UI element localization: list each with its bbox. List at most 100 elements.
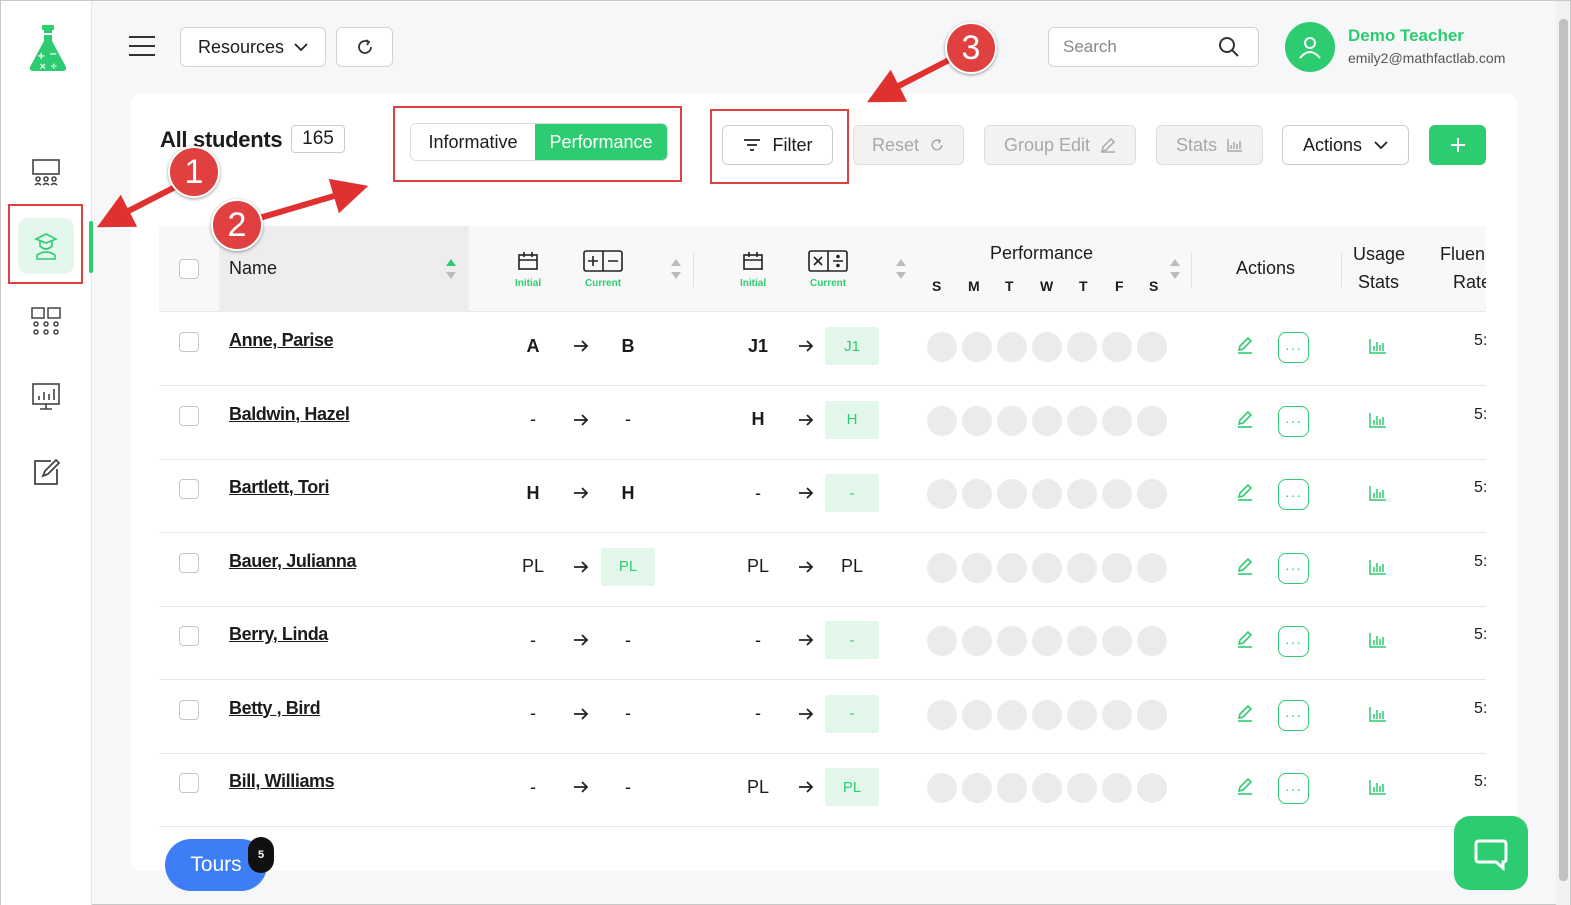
row-checkbox[interactable] bbox=[179, 479, 199, 499]
sidebar-item-assignments[interactable] bbox=[18, 444, 74, 500]
edit-icon[interactable] bbox=[1236, 557, 1254, 575]
row-checkbox[interactable] bbox=[179, 332, 199, 352]
row-checkbox[interactable] bbox=[179, 405, 199, 426]
edit-icon[interactable] bbox=[1236, 483, 1254, 501]
chat-button[interactable] bbox=[1454, 816, 1528, 890]
day-label: W bbox=[1040, 278, 1054, 294]
add-subtract-current-level: - bbox=[625, 703, 631, 723]
row-checkbox[interactable] bbox=[179, 626, 199, 646]
sidebar-item-classroom[interactable] bbox=[18, 144, 74, 200]
row-checkbox[interactable] bbox=[179, 773, 199, 793]
row-checkbox[interactable] bbox=[179, 552, 199, 573]
student-name-link[interactable]: Anne, Parise bbox=[229, 330, 334, 351]
name-sort-icon[interactable] bbox=[446, 259, 456, 279]
performance-day-dot bbox=[1032, 773, 1062, 803]
multiply-divide-initial-level: - bbox=[755, 629, 761, 650]
add-subtract-current-level: - bbox=[625, 776, 631, 797]
arrow-right-icon bbox=[573, 412, 589, 428]
performance-day-dot bbox=[962, 626, 992, 656]
refresh-button[interactable] bbox=[336, 27, 393, 67]
performance-day-dot bbox=[1067, 405, 1097, 436]
menu-icon[interactable] bbox=[129, 36, 155, 58]
filter-button[interactable]: Filter bbox=[722, 125, 833, 165]
select-all-checkbox[interactable] bbox=[179, 259, 199, 279]
more-options-button[interactable]: ··· bbox=[1278, 552, 1309, 584]
usage-stats-icon[interactable] bbox=[1369, 485, 1387, 501]
add-subtract-current-level: H bbox=[621, 482, 635, 503]
divider bbox=[1191, 253, 1192, 287]
scrollbar[interactable] bbox=[1556, 1, 1570, 905]
student-name-link[interactable]: Berry, Linda bbox=[229, 624, 328, 645]
student-name-link[interactable]: Betty , Bird bbox=[229, 698, 321, 719]
add-student-button[interactable] bbox=[1429, 125, 1486, 165]
multiply-divide-initial-level: J1 bbox=[747, 335, 769, 356]
performance-day-dot bbox=[997, 699, 1027, 730]
usage-stats-icon[interactable] bbox=[1369, 338, 1387, 354]
performance-day-dot bbox=[1067, 773, 1097, 803]
student-name-link[interactable]: Baldwin, Hazel bbox=[229, 404, 350, 425]
more-options-button[interactable]: ··· bbox=[1278, 405, 1309, 437]
performance-sort-icon[interactable] bbox=[1170, 259, 1180, 279]
performance-day-dot bbox=[1102, 626, 1132, 656]
student-icon bbox=[34, 233, 58, 260]
resources-dropdown[interactable]: Resources bbox=[180, 27, 326, 67]
performance-day-dot bbox=[1102, 773, 1132, 803]
edit-icon[interactable] bbox=[1236, 704, 1254, 722]
add-subtract-current-level: - bbox=[625, 409, 631, 429]
classroom-icon bbox=[32, 159, 60, 186]
row-checkbox[interactable] bbox=[179, 699, 199, 720]
actions-dropdown[interactable]: Actions bbox=[1282, 125, 1409, 165]
filter-label: Filter bbox=[772, 134, 813, 155]
edit-icon[interactable] bbox=[1236, 410, 1254, 428]
usage-stats-icon[interactable] bbox=[1369, 559, 1387, 575]
sidebar: + − × ÷ bbox=[1, 1, 93, 905]
multiply-divide-sort-icon[interactable] bbox=[896, 259, 906, 279]
more-options-button[interactable]: ··· bbox=[1278, 773, 1309, 804]
group-edit-button[interactable]: Group Edit bbox=[984, 125, 1136, 165]
more-options-button[interactable]: ··· bbox=[1278, 479, 1309, 510]
stats-label: Stats bbox=[1175, 134, 1218, 155]
toggle-performance[interactable]: Performance bbox=[535, 124, 667, 160]
add-subtract-initial-level: - bbox=[530, 409, 536, 429]
edit-icon[interactable] bbox=[1236, 630, 1254, 648]
more-options-button[interactable]: ··· bbox=[1278, 626, 1309, 657]
performance-day-dot bbox=[1137, 405, 1167, 436]
flask-logo-icon[interactable]: + − × ÷ bbox=[25, 23, 71, 73]
more-options-button[interactable]: ··· bbox=[1278, 699, 1309, 731]
usage-stats-icon[interactable] bbox=[1369, 779, 1387, 795]
add-subtract-sort-icon[interactable] bbox=[671, 259, 681, 279]
performance-day-dot bbox=[1032, 405, 1062, 436]
scrollbar-thumb[interactable] bbox=[1559, 19, 1568, 881]
edit-icon[interactable] bbox=[1236, 336, 1254, 354]
sidebar-item-students[interactable] bbox=[18, 218, 74, 274]
add-subtract-initial-level: H bbox=[526, 482, 540, 503]
performance-day-dot bbox=[1032, 552, 1062, 583]
reset-button[interactable]: Reset bbox=[853, 125, 964, 165]
sidebar-item-reports[interactable] bbox=[18, 368, 74, 424]
arrow-right-icon bbox=[798, 485, 814, 501]
arrow-right-icon bbox=[798, 706, 814, 722]
user-name: Demo Teacher bbox=[1348, 26, 1464, 45]
usage-stats-icon[interactable] bbox=[1369, 706, 1387, 722]
more-options-button[interactable]: ··· bbox=[1278, 332, 1309, 363]
performance-day-dot bbox=[1102, 699, 1132, 730]
usage-stats-icon[interactable] bbox=[1369, 412, 1387, 428]
student-name-link[interactable]: Bartlett, Tori bbox=[229, 477, 329, 498]
performance-day-dot bbox=[997, 332, 1027, 362]
search-input[interactable] bbox=[1049, 37, 1209, 57]
usage-stats-icon[interactable] bbox=[1369, 632, 1387, 648]
stats-button[interactable]: Stats bbox=[1156, 125, 1263, 165]
student-name-link[interactable]: Bill, Williams bbox=[229, 771, 335, 792]
avatar[interactable] bbox=[1285, 22, 1335, 72]
sidebar-item-groups[interactable] bbox=[18, 294, 74, 350]
edit-icon[interactable] bbox=[1236, 777, 1254, 795]
toggle-informative[interactable]: Informative bbox=[411, 124, 535, 160]
performance-week bbox=[927, 405, 1167, 436]
search-icon[interactable] bbox=[1217, 35, 1241, 59]
performance-day-dot bbox=[962, 405, 992, 436]
performance-day-dot bbox=[1102, 405, 1132, 436]
multiply-divide-initial-level: - bbox=[755, 482, 761, 503]
student-name-link[interactable]: Bauer, Julianna bbox=[229, 551, 356, 572]
arrow-right-icon bbox=[573, 779, 589, 795]
actions-header: Actions bbox=[1236, 258, 1296, 278]
